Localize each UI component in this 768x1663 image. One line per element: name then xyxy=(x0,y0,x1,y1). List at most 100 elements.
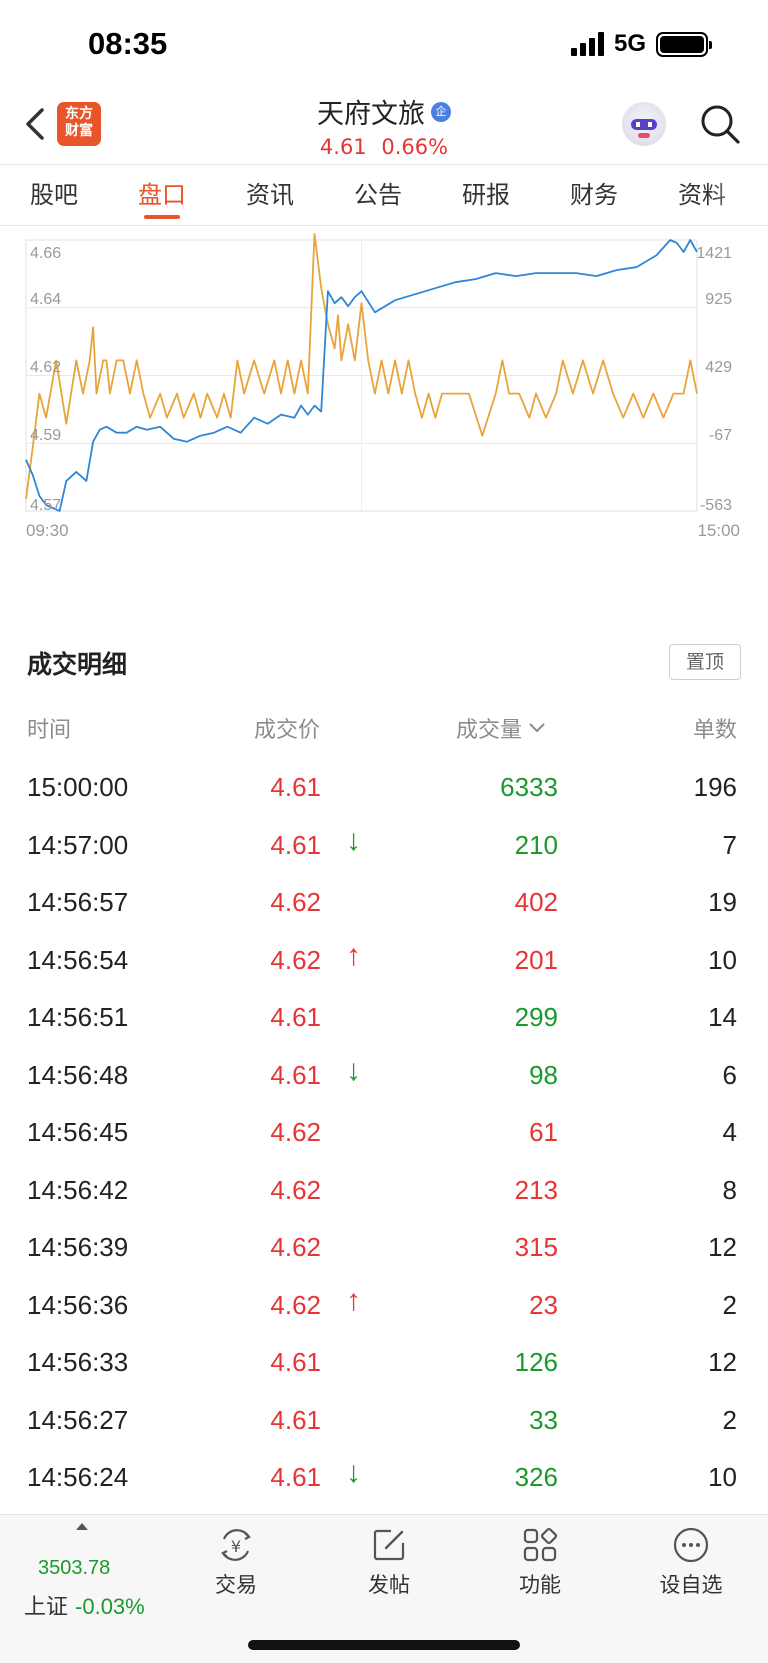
home-indicator xyxy=(248,1640,520,1650)
nav-functions[interactable]: 功能 xyxy=(485,1525,595,1599)
trade-row: 14:56:27 4.61 33 2 xyxy=(0,1393,768,1451)
trade-price: 4.61 xyxy=(270,1462,321,1492)
robot-mouth xyxy=(638,133,650,138)
trade-count: 10 xyxy=(708,944,737,975)
tab-news[interactable]: 资讯 xyxy=(216,165,324,225)
left-axis-tick-label: 4.62 xyxy=(30,359,61,376)
tab-research[interactable]: 研报 xyxy=(432,165,540,225)
trade-time: 14:56:54 xyxy=(27,944,129,975)
stock-change-pct: 0.66% xyxy=(381,135,449,159)
trade-count: 14 xyxy=(708,1002,737,1032)
index-name: 上证 xyxy=(24,1595,69,1620)
chevron-down-icon xyxy=(529,723,545,733)
right-axis-tick-label: -67 xyxy=(709,427,732,444)
intraday-chart[interactable]: 4.66 4.64 4.62 4.59 4.57 1421 925 429 -67 -563 09:… xyxy=(0,226,768,576)
trade-price: 4.61 xyxy=(270,829,321,860)
trade-time: 14:56:45 xyxy=(27,1117,129,1147)
nav-functions-label: 功能 xyxy=(519,1573,561,1597)
trade-row: 14:56:48 4.61 ↓ 98 6 xyxy=(0,1048,768,1106)
trade-row: 14:56:36 4.62 ↑ 23 2 xyxy=(0,1278,768,1336)
right-axis-tick-label: -563 xyxy=(700,497,732,514)
trade-time: 14:56:36 xyxy=(27,1289,129,1320)
trade-time: 14:56:24 xyxy=(27,1462,129,1492)
stock-price: 4.61 xyxy=(319,135,367,159)
trade-time: 14:56:42 xyxy=(27,1174,129,1205)
right-axis-tick-label: 429 xyxy=(705,359,732,376)
left-axis-tick-label: 4.64 xyxy=(30,291,61,308)
trade-volume: 213 xyxy=(514,1174,558,1205)
trade-count: 8 xyxy=(722,1174,737,1205)
trade-price: 4.62 xyxy=(270,1117,321,1147)
trade-volume: 326 xyxy=(514,1462,558,1492)
index-change: -0.03% xyxy=(75,1594,145,1619)
expand-up-icon xyxy=(76,1523,88,1530)
enterprise-badge: 企 xyxy=(431,101,451,122)
trade-volume: 402 xyxy=(514,887,558,917)
arrow-down-icon: ↓ xyxy=(346,823,361,857)
trade-count: 7 xyxy=(722,829,737,860)
status-bar: 08:35 5G xyxy=(0,0,768,92)
search-icon xyxy=(701,105,740,144)
trade-price: 4.62 xyxy=(270,1289,321,1320)
trade-price: 4.62 xyxy=(270,1232,321,1262)
tab-guba[interactable]: 股吧 xyxy=(0,165,108,225)
trade-row: 14:56:57 4.62 402 19 xyxy=(0,875,768,933)
column-header-volume-sort[interactable]: 成交量 xyxy=(456,712,546,744)
apps-grid-icon xyxy=(523,1527,558,1562)
search-button[interactable] xyxy=(698,102,742,146)
trade-count: 2 xyxy=(722,1289,737,1320)
trade-price: 4.61 xyxy=(270,1059,321,1090)
compose-icon xyxy=(373,1529,405,1561)
trade-row: 14:56:51 4.61 299 14 xyxy=(0,990,768,1048)
trade-volume: 201 xyxy=(514,944,558,975)
arrow-up-icon: ↑ xyxy=(346,938,361,972)
nav-trade[interactable]: ¥ 交易 xyxy=(181,1525,291,1599)
trade-row: 15:00:00 4.61 6333 196 xyxy=(0,760,768,818)
tab-announcements[interactable]: 公告 xyxy=(324,165,432,225)
pin-to-top-button[interactable]: 置顶 xyxy=(669,644,741,680)
column-header-time: 时间 xyxy=(27,718,72,743)
trade-row: 14:56:24 4.61 ↓ 326 10 xyxy=(0,1450,768,1508)
left-axis-tick-label: 4.57 xyxy=(30,497,61,514)
trade-details-title: 成交明细 xyxy=(27,650,128,679)
trade-volume: 23 xyxy=(529,1289,558,1320)
index-value: 3503.78 xyxy=(38,1557,111,1579)
trade-count: 196 xyxy=(693,772,737,802)
stock-tabs: 股吧 盘口 资讯 公告 研报 财务 资料 xyxy=(0,164,768,226)
nav-add-watchlist[interactable]: 设自选 xyxy=(636,1525,746,1599)
trade-price: 4.62 xyxy=(270,944,321,975)
trade-row: 14:56:54 4.62 ↑ 201 10 xyxy=(0,933,768,991)
svg-text:¥: ¥ xyxy=(231,1537,241,1556)
right-axis-tick-label: 925 xyxy=(705,291,732,308)
status-indicators: 5G xyxy=(570,30,712,58)
trade-time: 15:00:00 xyxy=(27,772,129,802)
battery-icon xyxy=(656,31,712,57)
signal-icon xyxy=(570,32,604,56)
arrow-down-icon: ↓ xyxy=(346,1456,361,1489)
trade-yen-icon: ¥ xyxy=(221,1529,251,1561)
trade-list: 15:00:00 4.61 6333 196 14:57:00 4.61 ↓ 2 10 7 14:5… xyxy=(0,760,768,1508)
trade-time: 14:57:00 xyxy=(27,829,129,860)
nav-add-watchlist-label: 设自选 xyxy=(659,1573,723,1597)
trade-price: 4.61 xyxy=(270,1404,321,1435)
column-header-count: 单数 xyxy=(692,718,737,743)
assistant-robot-avatar[interactable] xyxy=(622,102,666,146)
tab-finance[interactable]: 财务 xyxy=(540,165,648,225)
trade-price: 4.62 xyxy=(270,887,321,917)
trade-row: 14:56:45 4.62 61 4 xyxy=(0,1105,768,1163)
trade-volume: 61 xyxy=(529,1117,558,1147)
column-header-price: 成交价 xyxy=(254,718,321,743)
trade-time: 14:56:48 xyxy=(27,1059,129,1090)
trade-count: 12 xyxy=(708,1347,737,1377)
trade-count: 6 xyxy=(722,1059,737,1090)
trade-time: 14:56:33 xyxy=(27,1347,129,1377)
nav-post[interactable]: 发帖 xyxy=(334,1525,444,1599)
trade-volume: 6333 xyxy=(500,772,558,802)
trade-time: 14:56:51 xyxy=(27,1002,129,1032)
trade-volume: 33 xyxy=(529,1404,558,1435)
left-axis-tick-label: 4.66 xyxy=(30,245,61,262)
tab-pankou[interactable]: 盘口 xyxy=(108,165,216,225)
trade-time: 14:56:39 xyxy=(27,1232,129,1262)
arrow-down-icon: ↓ xyxy=(346,1053,361,1087)
status-time: 08:35 xyxy=(88,26,168,61)
